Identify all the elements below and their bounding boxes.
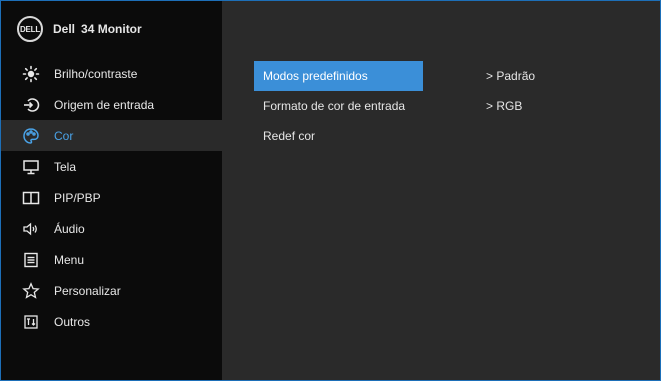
- monitor-osd: DELL Dell 34 Monitor Brilho/contraste Or…: [0, 0, 661, 381]
- submenu-panel: Modos predefinidos > Padrão Formato de c…: [254, 61, 614, 151]
- menu-item-label: Tela: [54, 159, 77, 174]
- star-icon: [22, 281, 40, 300]
- menu-item-label: Áudio: [54, 221, 85, 236]
- menu-icon: [22, 251, 40, 269]
- menu-item-label: Outros: [54, 314, 91, 329]
- pip-pbp-icon: [22, 189, 40, 207]
- submenu-item-value: > RGB: [486, 99, 523, 113]
- brightness-icon: [22, 65, 40, 83]
- menu-item-label: Personalizar: [54, 283, 121, 298]
- display-icon: [22, 158, 40, 176]
- others-icon: [22, 313, 40, 331]
- input-source-icon: [22, 96, 40, 114]
- submenu-item-label: Redef cor: [263, 129, 316, 143]
- menu-item-cor[interactable]: Cor: [1, 120, 222, 151]
- menu-item-tela[interactable]: Tela: [1, 151, 222, 182]
- submenu-item-value: > Padrão: [486, 69, 536, 83]
- main-menu: Brilho/contraste Origem de entrada Cor T…: [1, 58, 222, 337]
- submenu-item-label: Formato de cor de entrada: [263, 99, 406, 113]
- submenu-item-modos-predefinidos[interactable]: Modos predefinidos > Padrão: [254, 61, 614, 91]
- menu-item-label: Origem de entrada: [54, 97, 155, 112]
- menu-item-audio[interactable]: Áudio: [1, 213, 222, 244]
- palette-icon: [22, 127, 40, 145]
- menu-item-label: Cor: [54, 128, 74, 143]
- brand-label: Dell: [53, 22, 76, 36]
- submenu-item-label: Modos predefinidos: [254, 61, 423, 91]
- menu-item-personalizar[interactable]: Personalizar: [1, 275, 222, 306]
- menu-item-label: Brilho/contraste: [54, 66, 138, 81]
- model-label: 34 Monitor: [81, 22, 142, 36]
- menu-item-label: PIP/PBP: [54, 190, 101, 205]
- menu-item-outros[interactable]: Outros: [1, 306, 222, 337]
- menu-item-label: Menu: [54, 252, 85, 267]
- submenu-item-formato-de-cor[interactable]: Formato de cor de entrada > RGB: [254, 91, 614, 121]
- submenu-item-redef-cor[interactable]: Redef cor: [254, 121, 614, 151]
- dell-logo: DELL: [17, 16, 43, 42]
- menu-item-menu[interactable]: Menu: [1, 244, 222, 275]
- menu-item-brilho-contraste[interactable]: Brilho/contraste: [1, 58, 222, 89]
- menu-item-origem-de-entrada[interactable]: Origem de entrada: [1, 89, 222, 120]
- menu-item-pip-pbp[interactable]: PIP/PBP: [1, 182, 222, 213]
- osd-header: DELL Dell 34 Monitor: [1, 1, 660, 57]
- speaker-icon: [22, 220, 40, 238]
